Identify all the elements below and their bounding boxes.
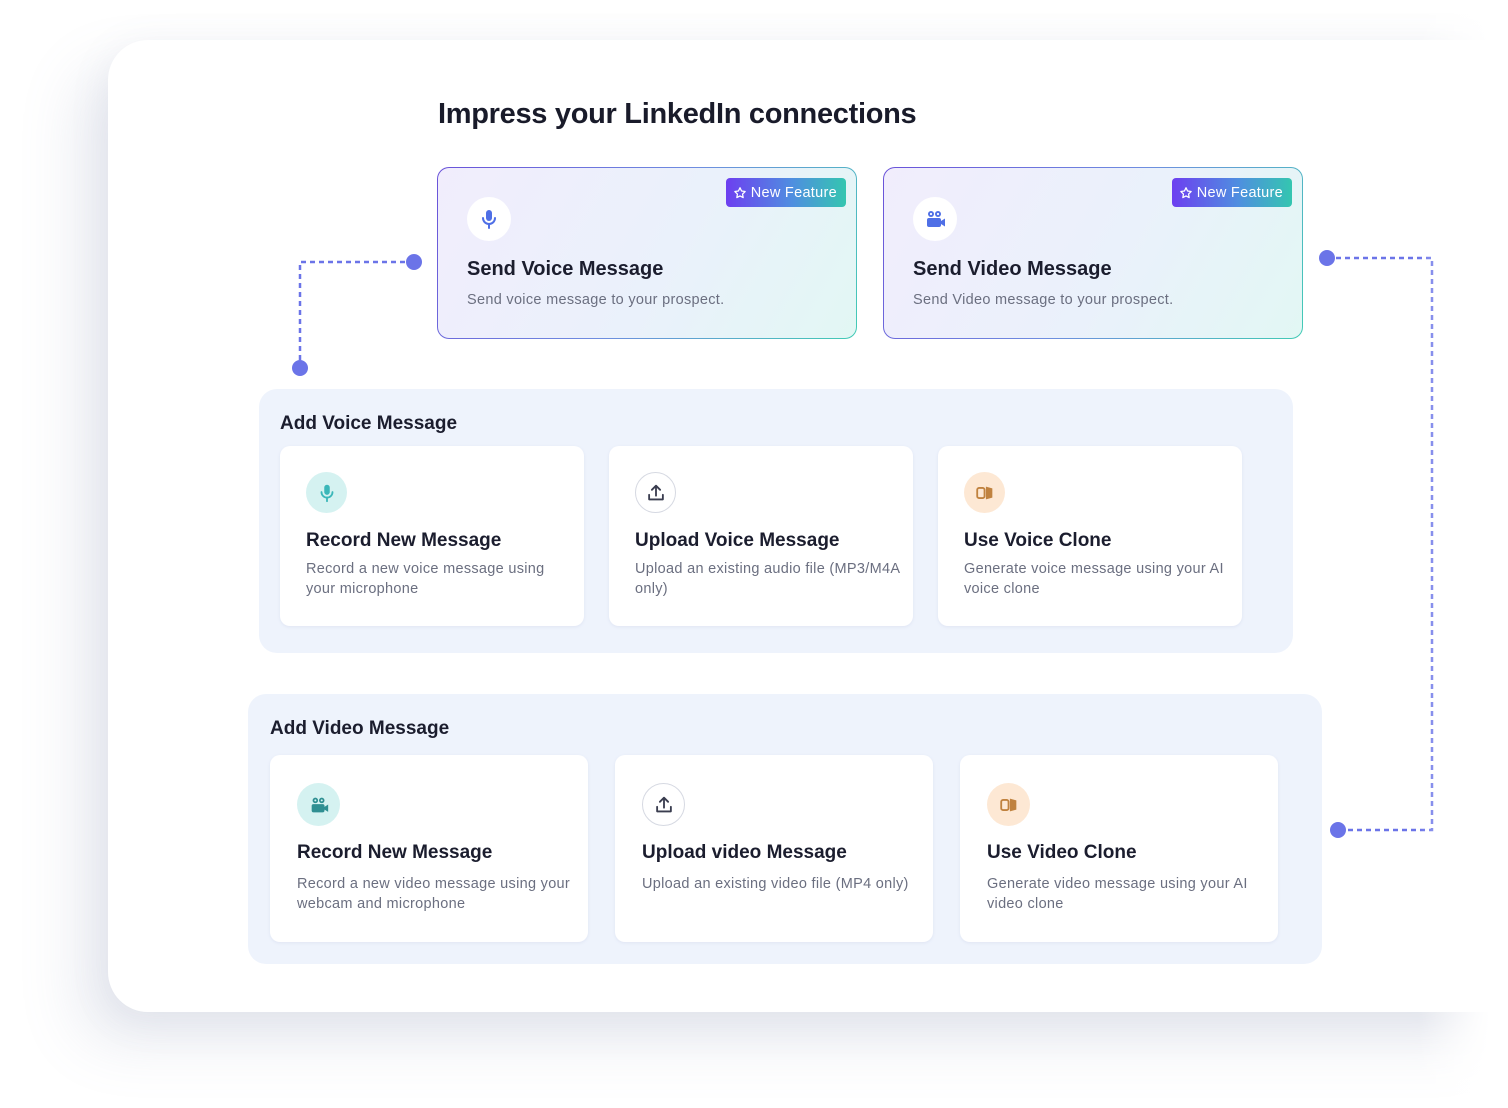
new-feature-badge: New Feature — [1171, 178, 1292, 207]
record-voice-message-option[interactable]: Record New Message Record a new voice me… — [280, 446, 584, 626]
star-icon — [733, 186, 746, 198]
upload-icon — [642, 783, 685, 826]
option-description: Generate video message using your AI vid… — [987, 876, 1248, 912]
option-description: Upload an existing audio file (MP3/M4A o… — [635, 561, 900, 597]
microphone-icon — [467, 197, 511, 241]
feature-card-description: Send Video message to your prospect. — [913, 292, 1174, 308]
option-title: Record New Message — [297, 842, 493, 863]
page-title: Impress your LinkedIn connections — [438, 98, 917, 130]
option-title: Use Video Clone — [987, 842, 1137, 863]
record-video-message-option[interactable]: Record New Message Record a new video me… — [270, 755, 588, 942]
use-voice-clone-option[interactable]: Use Voice Clone Generate voice message u… — [938, 446, 1242, 626]
video-camera-icon — [913, 197, 957, 241]
upload-video-message-option[interactable]: Upload video Message Upload an existing … — [615, 755, 933, 942]
panel-title: Add Voice Message — [280, 413, 458, 434]
feature-card-description: Send voice message to your prospect. — [467, 292, 725, 308]
option-description: Record a new video message using your we… — [297, 876, 571, 912]
use-video-clone-option[interactable]: Use Video Clone Generate video message u… — [960, 755, 1278, 942]
badge-label: New Feature — [1196, 184, 1283, 201]
clone-icon — [964, 472, 1005, 513]
option-title: Use Voice Clone — [964, 530, 1112, 551]
badge-label: New Feature — [750, 184, 837, 201]
microphone-icon — [306, 472, 347, 513]
feature-card-title: Send Voice Message — [467, 258, 664, 280]
star-icon — [1179, 186, 1192, 198]
upload-icon — [635, 472, 676, 513]
video-camera-icon — [297, 783, 340, 826]
clone-icon — [987, 783, 1030, 826]
option-title: Record New Message — [306, 530, 502, 551]
send-video-message-card[interactable]: New Feature Send Video Message Send Vide… — [883, 167, 1303, 339]
add-video-message-panel: Add Video Message Record New Message Rec… — [248, 694, 1322, 964]
option-description: Generate voice message using your AI voi… — [964, 561, 1224, 597]
option-title: Upload video Message — [642, 842, 847, 863]
option-title: Upload Voice Message — [635, 530, 840, 551]
option-description: Upload an existing video file (MP4 only) — [642, 876, 909, 892]
send-voice-message-card[interactable]: New Feature Send Voice Message Send voic… — [437, 167, 857, 339]
panel-title: Add Video Message — [270, 718, 450, 739]
add-voice-message-panel: Add Voice Message Record New Message Rec… — [259, 389, 1293, 653]
new-feature-badge: New Feature — [725, 178, 846, 207]
feature-card-title: Send Video Message — [913, 258, 1112, 280]
option-description: Record a new voice message using your mi… — [306, 561, 545, 597]
upload-voice-message-option[interactable]: Upload Voice Message Upload an existing … — [609, 446, 913, 626]
